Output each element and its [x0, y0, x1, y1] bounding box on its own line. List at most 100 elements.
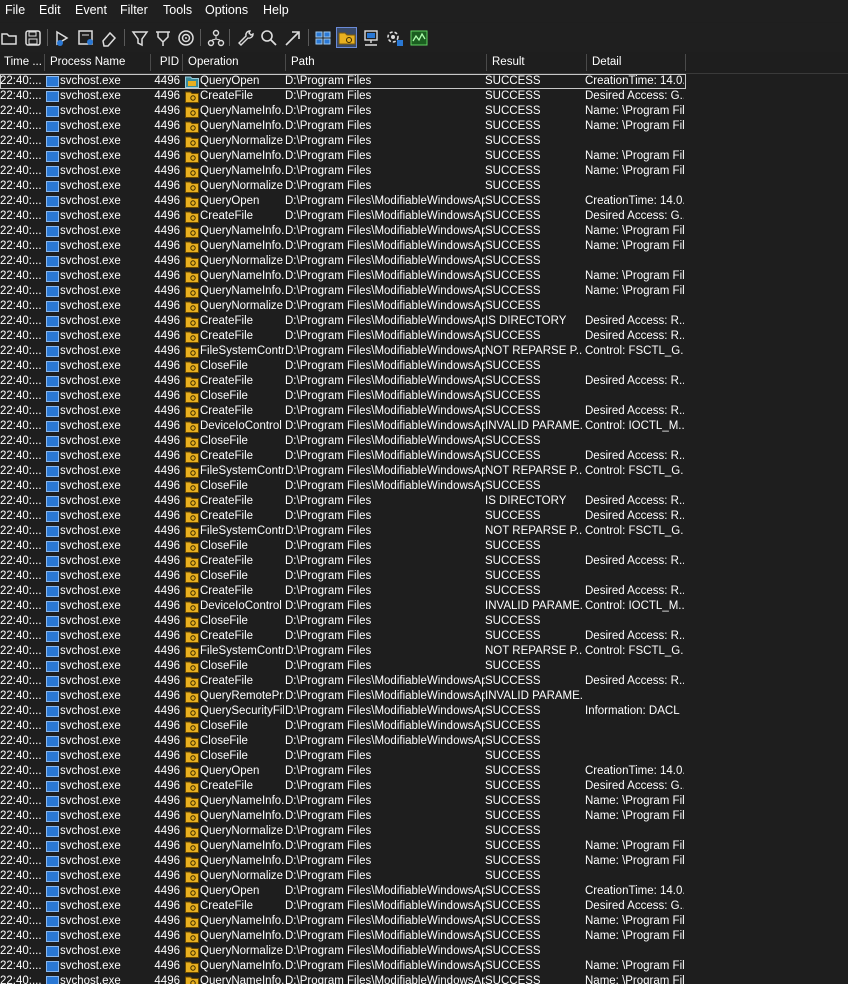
header-result[interactable]: Result [488, 52, 585, 73]
menu-filter[interactable]: Filter [120, 3, 148, 17]
header-time[interactable]: Time ... [0, 52, 44, 73]
filesystem-icon [185, 600, 199, 613]
header-detail[interactable]: Detail [588, 52, 684, 73]
table-row[interactable]: 22:40:... svchost.exe 4496 QueryNormalize..… [0, 944, 686, 959]
table-row[interactable]: 22:40:... svchost.exe 4496 CreateFile D:\Pro… [0, 584, 686, 599]
table-row[interactable]: 22:40:... svchost.exe 4496 FileSystemContro… [0, 644, 686, 659]
table-row[interactable]: 22:40:... svchost.exe 4496 QueryNormalize..… [0, 824, 686, 839]
table-row[interactable]: 22:40:... svchost.exe 4496 QueryNormalize..… [0, 134, 686, 149]
pid-cell: 4496 [154, 960, 180, 972]
menu-help[interactable]: Help [263, 3, 289, 17]
table-row[interactable]: 22:40:... svchost.exe 4496 QueryNameInfo...… [0, 854, 686, 869]
table-row[interactable]: 22:40:... svchost.exe 4496 QueryNameInfo...… [0, 959, 686, 974]
table-row[interactable]: 22:40:... svchost.exe 4496 DeviceIoControl D… [0, 599, 686, 614]
filter-icon[interactable] [130, 28, 150, 48]
table-row[interactable]: 22:40:... svchost.exe 4496 CloseFile D:\Prog… [0, 719, 686, 734]
table-row[interactable]: 22:40:... svchost.exe 4496 QueryOpen D:\Prog… [0, 194, 686, 209]
network-icon[interactable] [361, 28, 381, 48]
menu-options[interactable]: Options [205, 3, 248, 17]
find-icon[interactable] [235, 28, 255, 48]
table-row[interactable]: 22:40:... svchost.exe 4496 CreateFile D:\Pro… [0, 494, 686, 509]
table-row[interactable]: 22:40:... svchost.exe 4496 CreateFile D:\Pro… [0, 329, 686, 344]
table-row[interactable]: 22:40:... svchost.exe 4496 QueryNormalize..… [0, 869, 686, 884]
table-row[interactable]: 22:40:... svchost.exe 4496 QueryNameInfo...… [0, 914, 686, 929]
table-row[interactable]: 22:40:... svchost.exe 4496 CreateFile D:\Pro… [0, 89, 686, 104]
table-row[interactable]: 22:40:... svchost.exe 4496 QueryNameInfo...… [0, 164, 686, 179]
jump-icon[interactable] [283, 28, 303, 48]
table-row[interactable]: 22:40:... svchost.exe 4496 CloseFile D:\Prog… [0, 434, 686, 449]
table-row[interactable]: 22:40:... svchost.exe 4496 QueryNameInfo...… [0, 809, 686, 824]
table-row[interactable]: 22:40:... svchost.exe 4496 QueryOpen D:\Prog… [0, 764, 686, 779]
detail-cell [585, 659, 684, 674]
table-row[interactable]: 22:40:... svchost.exe 4496 CreateFile D:\Pro… [0, 449, 686, 464]
target-icon[interactable] [176, 28, 196, 48]
table-row[interactable]: 22:40:... svchost.exe 4496 QueryNormalize..… [0, 299, 686, 314]
table-row[interactable]: 22:40:... svchost.exe 4496 DeviceIoControl D… [0, 419, 686, 434]
save-icon[interactable] [23, 28, 43, 48]
table-row[interactable]: 22:40:... svchost.exe 4496 CreateFile D:\Pro… [0, 509, 686, 524]
table-row[interactable]: 22:40:... svchost.exe 4496 QueryOpen D:\Prog… [0, 884, 686, 899]
table-row[interactable]: 22:40:... svchost.exe 4496 QueryNameInfo...… [0, 104, 686, 119]
table-row[interactable]: 22:40:... svchost.exe 4496 CreateFile D:\Pro… [0, 554, 686, 569]
table-row[interactable]: 22:40:... svchost.exe 4496 QueryNameInfo...… [0, 119, 686, 134]
menu-tools[interactable]: Tools [163, 3, 192, 17]
menu-edit[interactable]: Edit [39, 3, 61, 17]
table-row[interactable]: 22:40:... svchost.exe 4496 CreateFile D:\Pro… [0, 374, 686, 389]
table-row[interactable]: 22:40:... svchost.exe 4496 FileSystemContro… [0, 344, 686, 359]
table-row[interactable]: 22:40:... svchost.exe 4496 QueryNameInfo...… [0, 284, 686, 299]
table-row[interactable]: 22:40:... svchost.exe 4496 FileSystemContro… [0, 464, 686, 479]
table-row[interactable]: 22:40:... svchost.exe 4496 CloseFile D:\Prog… [0, 734, 686, 749]
table-row[interactable]: 22:40:... svchost.exe 4496 CloseFile D:\Prog… [0, 359, 686, 374]
table-row[interactable]: 22:40:... svchost.exe 4496 CreateFile D:\Pro… [0, 779, 686, 794]
table-row[interactable]: 22:40:... svchost.exe 4496 CreateFile D:\Pro… [0, 899, 686, 914]
table-row[interactable]: 22:40:... svchost.exe 4496 QueryNameInfo...… [0, 149, 686, 164]
header-process-name[interactable]: Process Name [46, 52, 148, 73]
header-pid[interactable]: PID [152, 52, 182, 73]
process-thread-icon[interactable] [385, 28, 405, 48]
capture-icon[interactable] [53, 28, 73, 48]
table-row[interactable]: 22:40:... svchost.exe 4496 CloseFile D:\Prog… [0, 749, 686, 764]
table-row[interactable]: 22:40:... svchost.exe 4496 QuerySecurityFil… [0, 704, 686, 719]
table-row[interactable]: 22:40:... svchost.exe 4496 CreateFile D:\Pro… [0, 629, 686, 644]
header-operation[interactable]: Operation [184, 52, 284, 73]
time-cell: 22:40:... [0, 810, 42, 822]
result-cell: SUCCESS [485, 210, 541, 222]
header-path[interactable]: Path [287, 52, 485, 73]
process-tree-icon[interactable] [206, 28, 226, 48]
autoscroll-icon[interactable] [76, 28, 96, 48]
table-row[interactable]: 22:40:... svchost.exe 4496 CloseFile D:\Prog… [0, 569, 686, 584]
path-cell: D:\Program Files\ModifiableWindowsApps [285, 300, 485, 312]
table-row[interactable]: 22:40:... svchost.exe 4496 FileSystemContro… [0, 524, 686, 539]
clear-icon[interactable] [99, 28, 119, 48]
menu-event[interactable]: Event [75, 3, 107, 17]
table-row[interactable]: 22:40:... svchost.exe 4496 QueryNameInfo...… [0, 269, 686, 284]
table-row[interactable]: 22:40:... svchost.exe 4496 QueryOpen D:\Prog… [0, 74, 686, 89]
table-row[interactable]: 22:40:... svchost.exe 4496 QueryNameInfo...… [0, 794, 686, 809]
table-row[interactable]: 22:40:... svchost.exe 4496 CreateFile D:\Pro… [0, 674, 686, 689]
table-row[interactable]: 22:40:... svchost.exe 4496 QueryNameInfo...… [0, 224, 686, 239]
search-icon[interactable] [259, 28, 279, 48]
table-row[interactable]: 22:40:... svchost.exe 4496 CloseFile D:\Prog… [0, 539, 686, 554]
table-row[interactable]: 22:40:... svchost.exe 4496 QueryNameInfo...… [0, 974, 686, 984]
table-row[interactable]: 22:40:... svchost.exe 4496 CreateFile D:\Pro… [0, 404, 686, 419]
profiling-icon[interactable] [409, 28, 429, 48]
table-row[interactable]: 22:40:... svchost.exe 4496 CreateFile D:\Pro… [0, 209, 686, 224]
table-row[interactable]: 22:40:... svchost.exe 4496 QueryNameInfo...… [0, 839, 686, 854]
open-icon[interactable] [0, 28, 20, 48]
menu-file[interactable]: File [5, 3, 25, 17]
filesystem-icon[interactable] [336, 27, 357, 48]
registry-icon[interactable] [313, 28, 333, 48]
event-list[interactable]: 22:40:... svchost.exe 4496 QueryOpen D:\Prog… [0, 74, 848, 984]
table-row[interactable]: 22:40:... svchost.exe 4496 QueryNameInfo...… [0, 929, 686, 944]
table-row[interactable]: 22:40:... svchost.exe 4496 CloseFile D:\Prog… [0, 389, 686, 404]
table-row[interactable]: 22:40:... svchost.exe 4496 QueryNormalize..… [0, 254, 686, 269]
table-row[interactable]: 22:40:... svchost.exe 4496 CloseFile D:\Prog… [0, 479, 686, 494]
table-row[interactable]: 22:40:... svchost.exe 4496 CloseFile D:\Prog… [0, 614, 686, 629]
table-row[interactable]: 22:40:... svchost.exe 4496 CloseFile D:\Prog… [0, 659, 686, 674]
table-row[interactable]: 22:40:... svchost.exe 4496 QueryNameInfo...… [0, 239, 686, 254]
table-row[interactable]: 22:40:... svchost.exe 4496 QueryNormalize..… [0, 179, 686, 194]
time-cell: 22:40:... [0, 120, 42, 132]
highlight-icon[interactable] [153, 28, 173, 48]
table-row[interactable]: 22:40:... svchost.exe 4496 QueryRemotePr...… [0, 689, 686, 704]
table-row[interactable]: 22:40:... svchost.exe 4496 CreateFile D:\Pro… [0, 314, 686, 329]
